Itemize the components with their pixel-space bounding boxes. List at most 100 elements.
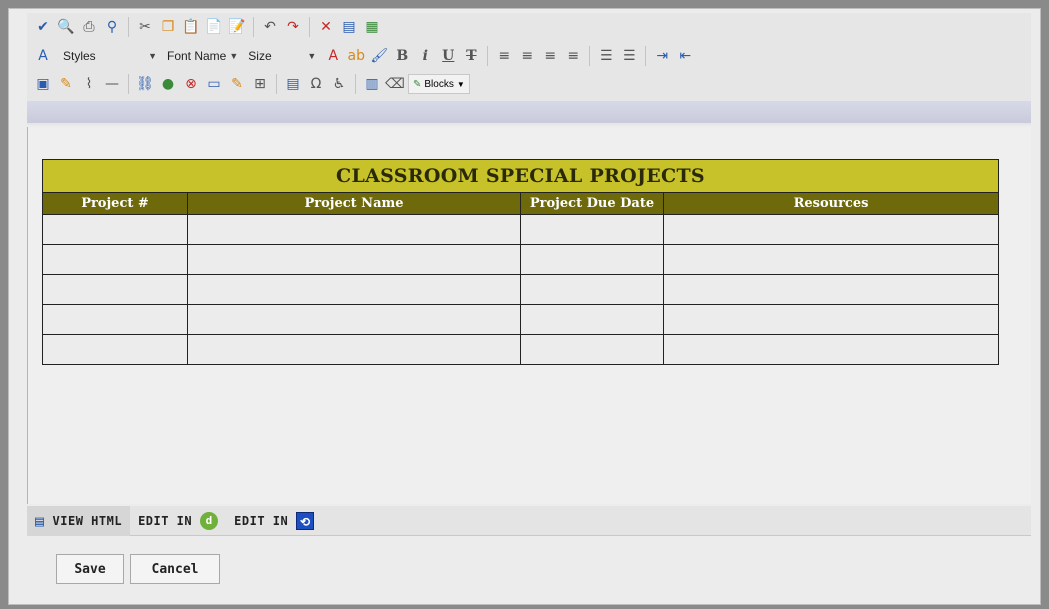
strikethrough-icon[interactable]: T [461, 46, 481, 66]
unlink-icon[interactable]: ⊗ [181, 74, 201, 94]
table-row [42, 334, 999, 365]
size-dropdown[interactable]: Size ▼ [245, 46, 323, 66]
indent-icon[interactable]: ⇥ [652, 46, 672, 66]
highlight-icon[interactable]: ab [346, 46, 366, 66]
preview-icon[interactable]: 🔍 [56, 17, 76, 37]
align-center-icon[interactable]: ≡ [517, 46, 537, 66]
select-all-icon[interactable]: ▤ [339, 17, 359, 37]
dreamweaver-icon: d [200, 511, 219, 530]
toolbar-separator [645, 46, 647, 66]
table-cell[interactable] [663, 214, 999, 245]
horizontal-rule-icon[interactable]: — [102, 74, 122, 94]
toolbar-separator [128, 74, 129, 94]
table-cell[interactable] [520, 274, 664, 305]
table-cell[interactable] [42, 244, 188, 275]
column-header-resources: Resources [663, 192, 999, 215]
spellcheck-icon[interactable]: ✔ [33, 17, 53, 37]
table-cell[interactable] [42, 214, 188, 245]
underline-icon[interactable]: U [438, 46, 458, 66]
chevron-down-icon: ▼ [456, 79, 465, 89]
table-row [42, 304, 999, 335]
table-cell[interactable] [520, 334, 664, 365]
styles-dropdown[interactable]: Styles ▼ [56, 46, 164, 66]
page-properties-icon[interactable]: ▥ [362, 74, 382, 94]
table-cell[interactable] [42, 274, 188, 305]
projects-table: CLASSROOM SPECIAL PROJECTS Project # Pro… [42, 159, 999, 365]
table-cell[interactable] [520, 214, 664, 245]
blocks-label: Blocks [424, 78, 454, 90]
undo-icon[interactable]: ↶ [260, 17, 280, 37]
format-painter-icon[interactable]: 🖌 [369, 46, 389, 66]
table-body [42, 214, 999, 365]
toolbar-separator [309, 17, 310, 37]
table-cell[interactable] [663, 244, 999, 275]
paste-icon[interactable]: 📋 [181, 17, 201, 37]
edit-in-frontpage-tab[interactable]: EDIT IN ⟲ [226, 506, 322, 536]
table-cell[interactable] [42, 304, 188, 335]
save-button[interactable]: Save [56, 554, 124, 584]
cut-icon[interactable]: ✂ [135, 17, 155, 37]
table-cell[interactable] [520, 304, 664, 335]
ordered-list-icon[interactable]: ☰ [596, 46, 616, 66]
insert-table-icon[interactable]: ▭ [204, 74, 224, 94]
chevron-down-icon: ▼ [307, 51, 317, 61]
redo-icon[interactable]: ↷ [283, 17, 303, 37]
table-cell[interactable] [187, 274, 521, 305]
table-properties-icon[interactable]: ✎ [227, 74, 247, 94]
toolbar-separator [253, 17, 254, 37]
font-color-icon[interactable]: A [323, 46, 343, 66]
toolbar-separator [589, 46, 591, 66]
italic-icon[interactable]: i [415, 46, 435, 66]
font-name-dropdown[interactable]: Font Name ▼ [164, 46, 245, 66]
align-right-icon[interactable]: ≡ [540, 46, 560, 66]
view-html-label: VIEW HTML [52, 513, 123, 528]
outdent-icon[interactable]: ⇤ [675, 46, 695, 66]
table-cell[interactable] [187, 244, 521, 275]
table-cell[interactable] [187, 214, 521, 245]
editor-content-area[interactable]: CLASSROOM SPECIAL PROJECTS Project # Pro… [27, 127, 1031, 504]
bold-icon[interactable]: B [392, 46, 412, 66]
table-cell[interactable] [663, 304, 999, 335]
toolbar-separator [487, 46, 489, 66]
template-icon[interactable]: ▦ [362, 17, 382, 37]
print-icon[interactable]: ⎙ [79, 17, 99, 37]
delete-icon[interactable]: ✕ [316, 17, 336, 37]
find-icon[interactable]: ⚲ [102, 17, 122, 37]
table-cell[interactable] [520, 244, 664, 275]
paste-word-icon[interactable]: 📝 [227, 17, 247, 37]
table-cell[interactable] [663, 334, 999, 365]
form-icon[interactable]: ▤ [283, 74, 303, 94]
table-row [42, 244, 999, 275]
edit-in-label: EDIT IN [234, 513, 289, 528]
link-icon[interactable]: ● [158, 74, 178, 94]
size-label: Size [248, 49, 272, 63]
table-cell[interactable] [663, 274, 999, 305]
align-left-icon[interactable]: ≡ [494, 46, 514, 66]
image-properties-icon[interactable]: ✎ [56, 74, 76, 94]
unordered-list-icon[interactable]: ☰ [619, 46, 639, 66]
special-char-icon[interactable]: Ω [306, 74, 326, 94]
toolbar-row-1: ✔ 🔍 ⎙ ⚲ ✂ ❐ 📋 📄 📝 ↶ ↷ ✕ ▤ ▦ [33, 15, 385, 39]
attachment-icon[interactable]: ⌇ [79, 74, 99, 94]
hyperlink-icon[interactable]: ⛓ [135, 74, 155, 94]
toolbar-separator [276, 74, 277, 94]
table-cell[interactable] [187, 304, 521, 335]
chevron-down-icon: ▼ [229, 51, 239, 61]
view-html-tab[interactable]: ▤ VIEW HTML [27, 505, 131, 536]
accessibility-icon[interactable]: ♿ [329, 74, 349, 94]
style-icon[interactable]: A [33, 46, 53, 66]
blocks-dropdown[interactable]: ✎ Blocks ▼ [408, 74, 470, 94]
paste-text-icon[interactable]: 📄 [204, 17, 224, 37]
table-cell[interactable] [187, 334, 521, 365]
eraser-icon[interactable]: ⌫ [385, 74, 405, 94]
table-cell[interactable] [42, 334, 188, 365]
align-justify-icon[interactable]: ≡ [563, 46, 583, 66]
table-borders-icon[interactable]: ⊞ [250, 74, 270, 94]
cancel-button[interactable]: Cancel [130, 554, 220, 584]
frontpage-icon: ⟲ [296, 511, 315, 530]
edit-in-dreamweaver-tab[interactable]: EDIT IN d [130, 506, 226, 536]
copy-icon[interactable]: ❐ [158, 17, 178, 37]
image-icon[interactable]: ▣ [33, 74, 53, 94]
view-html-icon: ▤ [35, 511, 45, 530]
font-name-label: Font Name [167, 49, 227, 63]
